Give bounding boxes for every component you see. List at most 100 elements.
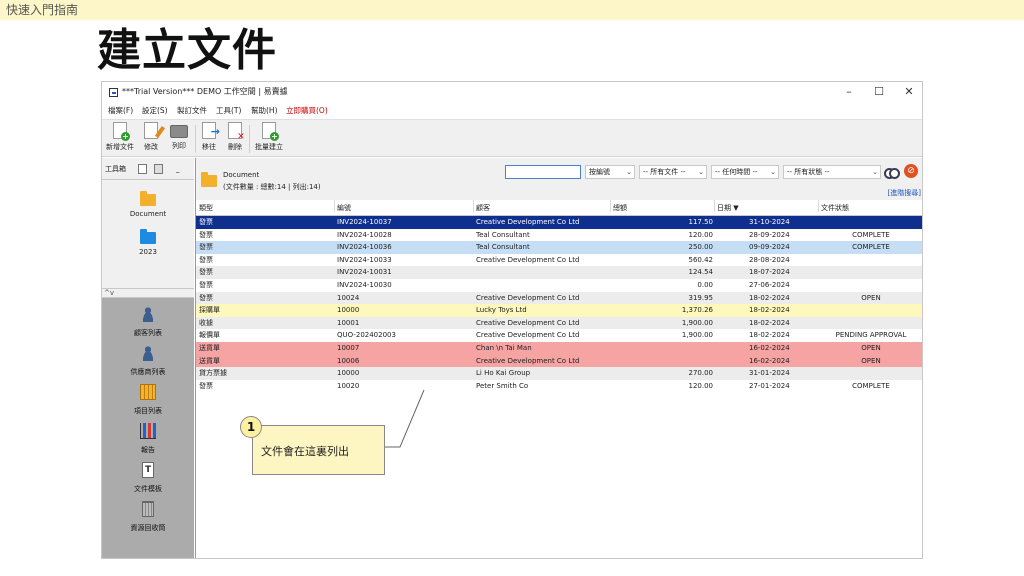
move-label: 移往: [202, 143, 216, 151]
cell-customer: Creative Development Co Ltd: [476, 356, 580, 365]
cell-status: COMPLETE: [852, 381, 890, 390]
cell-customer: Li Ho Kai Group: [476, 369, 531, 378]
delete-button[interactable]: ✕ 刪除: [224, 122, 246, 156]
maximize-button[interactable]: ☐: [864, 82, 894, 102]
cell-type: 發票: [199, 243, 213, 252]
cell-no: 10000: [337, 306, 360, 315]
table-row[interactable]: 貸方票據 10000 Li Ho Kai Group 270.00 31-01-2024: [196, 367, 922, 380]
cell-total: 117.50: [688, 218, 714, 226]
cell-type: 報價單: [199, 331, 220, 340]
column-type[interactable]: 類型: [199, 200, 213, 216]
search-input[interactable]: [505, 165, 581, 179]
minimize-button[interactable]: –: [834, 82, 864, 102]
sidebar-item-recycle-bin[interactable]: 資源回收筒: [102, 501, 194, 539]
cell-total: 250.00: [688, 243, 714, 252]
panel-splitter[interactable]: ^v: [102, 288, 194, 298]
column-total[interactable]: 總額: [613, 200, 627, 216]
chevron-down-icon: ⌄: [698, 168, 704, 176]
column-date[interactable]: 日期 ▼: [717, 200, 739, 216]
print-button[interactable]: 列印: [168, 122, 190, 156]
sidebar-item-customers[interactable]: 顧客列表: [102, 306, 194, 344]
cell-total: 319.95: [688, 293, 714, 302]
menu-file[interactable]: 檔案(F): [108, 102, 133, 119]
table-row[interactable]: 發票 INV2024-10031 124.54 18-07-2024: [196, 266, 922, 279]
cell-date: 09-09-2024: [749, 243, 790, 252]
menu-create[interactable]: 製訂文件: [177, 102, 207, 119]
app-icon: [109, 88, 118, 97]
cell-customer: Chan \n Tai Man: [476, 343, 532, 352]
move-button[interactable]: → 移往: [198, 122, 220, 156]
toolbox-header: 工具箱 _: [102, 158, 194, 180]
cell-no: INV2024-10037: [337, 218, 392, 226]
search-field-select[interactable]: 按編號 ⌄: [585, 165, 635, 179]
new-document-button[interactable]: + 新增文件: [104, 122, 136, 156]
batch-create-button[interactable]: + 批量建立: [252, 122, 286, 156]
toolbox-title: 工具箱: [105, 165, 126, 173]
document-list-panel: Document (文件數量 : 總數:14 | 列出:14) 按編號 ⌄ -- …: [195, 158, 922, 558]
column-customer[interactable]: 顧客: [476, 200, 490, 216]
advanced-search-link[interactable]: [進階搜尋]: [888, 188, 921, 198]
cell-date: 27-01-2024: [749, 381, 790, 390]
list-view-icon[interactable]: [138, 164, 147, 174]
cell-total: 1,370.26: [681, 306, 713, 315]
table-row[interactable]: 發票 10024 Creative Development Co Ltd 319.95…: [196, 291, 922, 305]
table-row[interactable]: 發票 INV2024-10036 Teal Consultant 250.00 09-0…: [196, 241, 922, 254]
new-document-label: 新增文件: [106, 143, 134, 151]
chevron-down-icon: ⌄: [770, 168, 776, 176]
minimize-panel-icon[interactable]: _: [176, 158, 180, 180]
sidebar-item-suppliers[interactable]: 供應商列表: [102, 345, 194, 383]
delete-label: 刪除: [228, 143, 242, 151]
table-row[interactable]: 報價單 QUO-202402003 Creative Development Co …: [196, 329, 922, 342]
cell-type: 送貨單: [199, 343, 220, 352]
date-range-select[interactable]: -- 任何時間 -- ⌄: [711, 165, 779, 179]
document-table: 類型 編號 顧客 總額 日期 ▼ 文件狀態 發票 INV2024-10037 Cre…: [196, 200, 922, 393]
table-row[interactable]: 收據 10001 Creative Development Co Ltd 1,900.…: [196, 316, 922, 330]
cell-date: 28-08-2024: [749, 255, 790, 264]
table-row[interactable]: 發票 INV2024-10030 0.00 27-06-2024: [196, 279, 922, 292]
table-row[interactable]: 送貨單 10007 Chan \n Tai Man 16-02-2024 OPEN: [196, 341, 922, 355]
column-status[interactable]: 文件狀態: [821, 200, 849, 216]
clear-filter-icon[interactable]: ⊘: [904, 164, 918, 178]
cell-total: 124.54: [688, 268, 714, 277]
cell-date: 16-02-2024: [749, 356, 790, 365]
cell-status: OPEN: [861, 356, 881, 365]
detail-view-icon[interactable]: [154, 164, 163, 174]
folder-2023[interactable]: 2023: [102, 248, 194, 256]
cell-type: 收據: [199, 318, 213, 327]
sidebar-item-label: 供應商列表: [130, 368, 166, 376]
cell-total: 120.00: [688, 381, 714, 390]
cell-date: 18-02-2024: [749, 318, 790, 327]
sidebar-item-reports[interactable]: 報告: [102, 423, 194, 461]
table-row[interactable]: 採購單 10000 Lucky Toys Ltd 1,370.26 18-02-2024: [196, 304, 922, 317]
menu-settings[interactable]: 設定(S): [142, 102, 168, 119]
menu-buy-now[interactable]: 立即購買(O): [286, 102, 328, 119]
folder-document[interactable]: Document: [102, 210, 194, 218]
cell-no: 10024: [337, 293, 360, 302]
table-body: 發票 INV2024-10037 Creative Development Co L…: [196, 216, 922, 393]
cell-no: INV2024-10031: [337, 268, 392, 277]
binoculars-search-icon[interactable]: [884, 166, 900, 179]
document-count: (文件數量 : 總數:14 | 列出:14): [223, 183, 321, 191]
table-row[interactable]: 送貨單 10006 Creative Development Co Ltd 16-02…: [196, 354, 922, 368]
column-number[interactable]: 編號: [337, 200, 351, 216]
folder-icon[interactable]: [140, 191, 156, 206]
sidebar-item-templates[interactable]: 文件模板: [102, 462, 194, 500]
table-row[interactable]: 發票 INV2024-10037 Creative Development Co L…: [196, 216, 922, 229]
folder-icon[interactable]: [140, 229, 156, 244]
status-select[interactable]: -- 所有狀態 -- ⌄: [783, 165, 881, 179]
menu-tools[interactable]: 工具(T): [216, 102, 241, 119]
table-row[interactable]: 發票 INV2024-10033 Creative Development Co L…: [196, 254, 922, 267]
cell-status: COMPLETE: [852, 243, 890, 252]
cell-no: 10020: [337, 381, 360, 390]
sidebar-item-label: 資源回收筒: [130, 524, 166, 532]
template-icon: [142, 462, 154, 478]
close-button[interactable]: ✕: [894, 82, 922, 102]
guide-header: 快速入門指南: [0, 0, 1024, 20]
cell-date: 31-01-2024: [749, 369, 790, 378]
table-row[interactable]: 發票 INV2024-10028 Teal Consultant 120.00 28-0…: [196, 229, 922, 242]
sidebar-item-items[interactable]: 項目列表: [102, 384, 194, 422]
menu-help[interactable]: 幫助(H): [251, 102, 278, 119]
table-row[interactable]: 發票 10020 Peter Smith Co 120.00 27-01-2024 COM…: [196, 380, 922, 393]
edit-button[interactable]: 修改: [140, 122, 166, 156]
document-type-select[interactable]: -- 所有文件 -- ⌄: [639, 165, 707, 179]
